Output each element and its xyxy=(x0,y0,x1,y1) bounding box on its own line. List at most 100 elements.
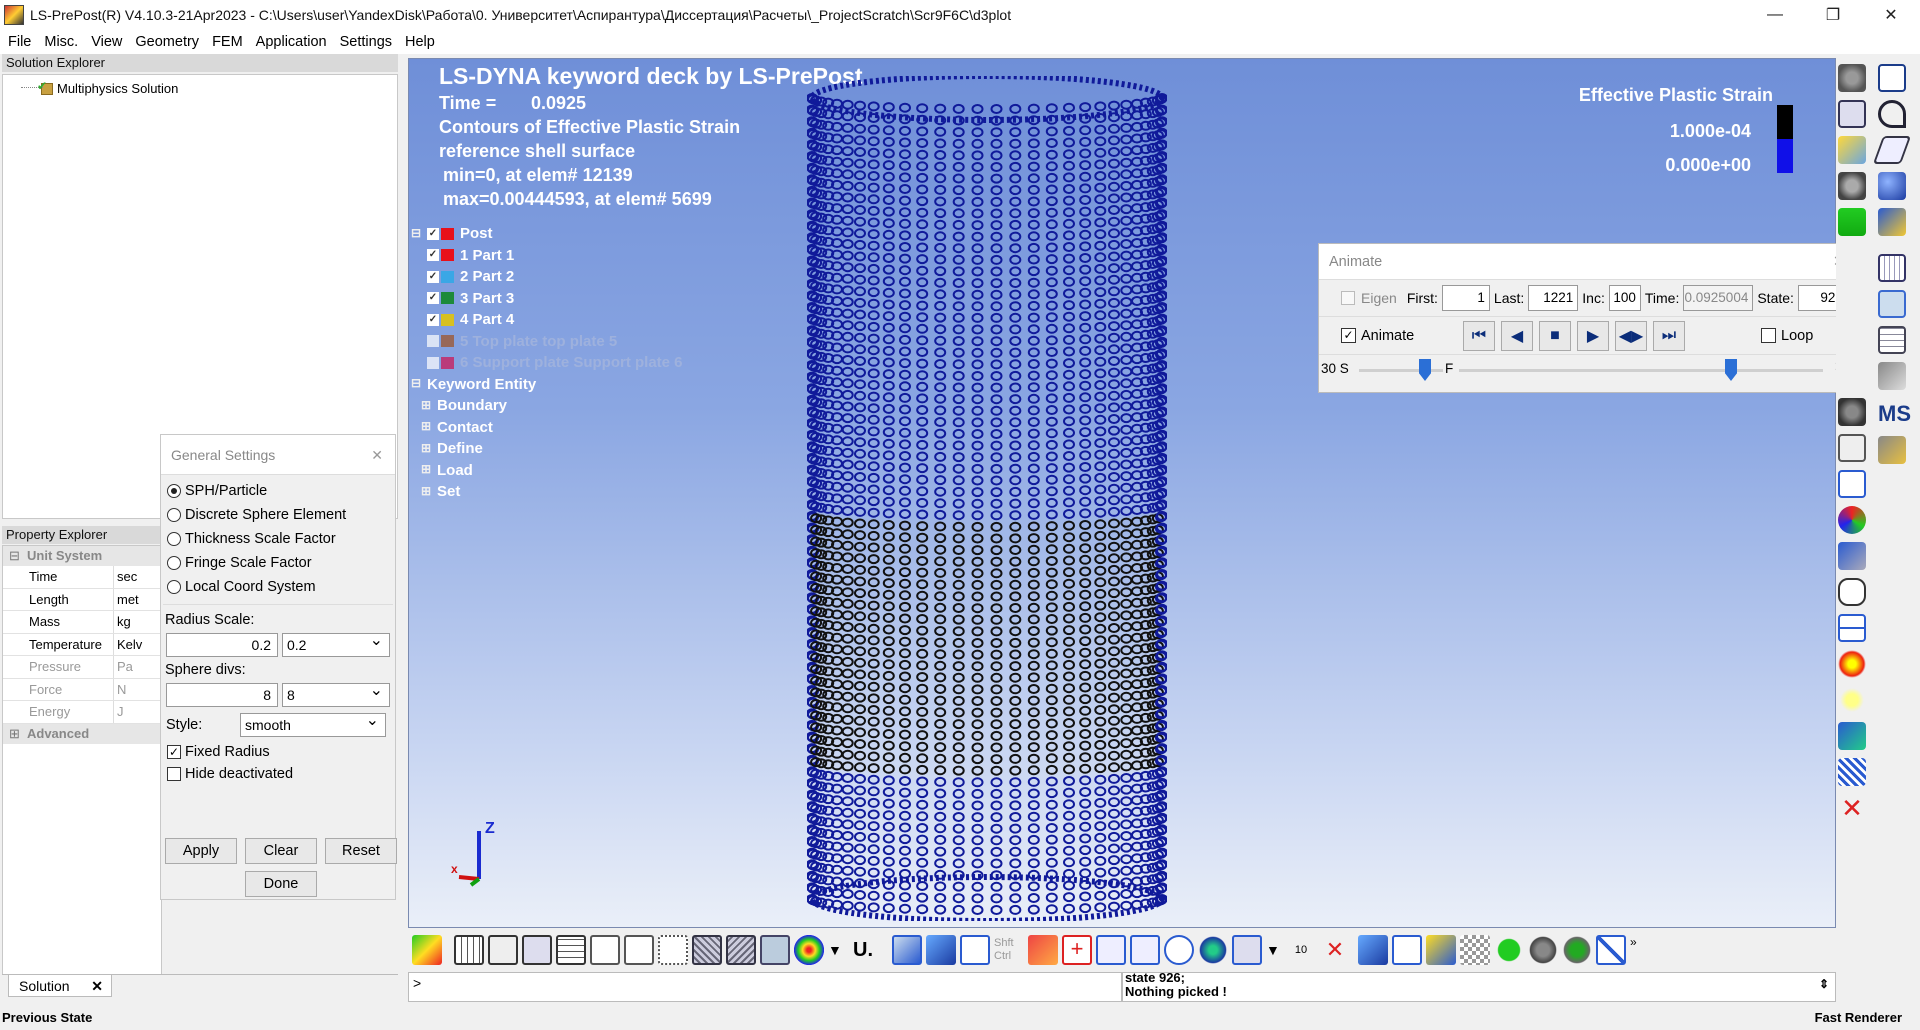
cross-icon[interactable]: ✕ xyxy=(1838,794,1866,822)
pick-icon[interactable] xyxy=(1028,935,1058,965)
mesh-icon[interactable] xyxy=(1878,254,1906,282)
view-solid-icon[interactable] xyxy=(926,935,956,965)
scroll-arrows-icon[interactable]: ⇕ xyxy=(1819,977,1829,991)
prop-value[interactable]: sec xyxy=(113,566,161,588)
menu-application[interactable]: Application xyxy=(256,34,327,50)
box-icon[interactable] xyxy=(1878,208,1906,236)
inc-input[interactable]: 100 xyxy=(1608,285,1641,311)
minimize-button[interactable]: — xyxy=(1746,0,1804,30)
play-green-icon[interactable] xyxy=(1494,935,1524,965)
fringe-icon[interactable] xyxy=(412,935,442,965)
mesh-lines-icon[interactable] xyxy=(556,935,586,965)
gear-icon[interactable] xyxy=(1838,398,1866,426)
gear-green-icon[interactable] xyxy=(1562,935,1592,965)
step-back-button[interactable]: ◀ xyxy=(1501,320,1533,351)
part-tree-icon[interactable] xyxy=(1878,64,1906,92)
zoom-window-icon[interactable] xyxy=(1130,935,1160,965)
home-icon[interactable] xyxy=(1392,935,1422,965)
style-select[interactable]: smooth xyxy=(240,710,386,737)
tree-part-2[interactable]: ✓ 2 Part 2 xyxy=(411,266,683,288)
radius-scale-input[interactable]: 0.2 xyxy=(166,633,278,657)
tab-solution[interactable]: Solution ✕ xyxy=(8,975,112,997)
light-icon[interactable] xyxy=(1838,136,1866,164)
speed-slider[interactable] xyxy=(1419,359,1431,381)
solid-mesh-icon[interactable] xyxy=(692,935,722,965)
transparency-icon[interactable] xyxy=(760,935,790,965)
sphere-divs-select[interactable]: 8 xyxy=(282,680,390,707)
tree-structure-icon[interactable] xyxy=(1838,722,1866,750)
time-input[interactable]: 0.0925004 xyxy=(1683,285,1754,311)
element-icon[interactable] xyxy=(726,935,756,965)
table-icon[interactable] xyxy=(1878,290,1906,318)
animate-checkbox[interactable]: ✓ xyxy=(1341,328,1356,343)
radio-thickness-scale[interactable]: Thickness Scale Factor xyxy=(161,527,395,551)
contour-icon[interactable] xyxy=(794,935,824,965)
menu-settings[interactable]: Settings xyxy=(340,34,392,50)
zoom-icon[interactable] xyxy=(1096,935,1126,965)
first-frame-button[interactable]: ⏮ xyxy=(1463,320,1495,351)
view-cube-icon[interactable] xyxy=(892,935,922,965)
menu-view[interactable]: View xyxy=(91,34,122,50)
dropdown-icon[interactable]: ▼ xyxy=(1266,935,1282,965)
menu-geometry[interactable]: Geometry xyxy=(135,34,199,50)
tree-boundary[interactable]: ⊞ Boundary xyxy=(411,395,683,417)
tree-part-4[interactable]: ✓ 4 Part 4 xyxy=(411,309,683,331)
tree-node-multiphysics[interactable]: ✔ Multiphysics Solution xyxy=(21,79,178,96)
tree-part-5[interactable]: 5 Top plate top plate 5 xyxy=(411,331,683,353)
radio-sph-particle[interactable]: SPH/Particle xyxy=(161,479,395,503)
feature-icon[interactable] xyxy=(590,935,620,965)
gear-list-icon[interactable] xyxy=(1838,172,1866,200)
fixed-radius-checkbox[interactable]: ✓ Fixed Radius xyxy=(161,741,395,763)
view-wire-icon[interactable] xyxy=(960,935,990,965)
tree-set[interactable]: ⊞ Set xyxy=(411,481,683,503)
tree-part-3[interactable]: ✓ 3 Part 3 xyxy=(411,288,683,310)
prop-value[interactable]: Kelv xyxy=(113,633,161,655)
duplicate-icon[interactable] xyxy=(1838,100,1866,128)
color-icon[interactable] xyxy=(1838,506,1866,534)
more-icon[interactable]: » xyxy=(1630,935,1642,965)
hide-deactivated-checkbox[interactable]: Hide deactivated xyxy=(161,763,395,785)
tools-icon[interactable] xyxy=(1878,436,1906,464)
plane-icon[interactable] xyxy=(1872,136,1912,164)
close-button[interactable]: ✕ xyxy=(1862,0,1920,30)
tree-part-1[interactable]: ✓ 1 Part 1 xyxy=(411,245,683,267)
last-frame-button[interactable]: ⏭ xyxy=(1653,320,1685,351)
add-icon[interactable]: + xyxy=(1062,935,1092,965)
window-icon[interactable] xyxy=(1838,470,1866,498)
sphere-divs-input[interactable]: 8 xyxy=(166,683,278,707)
apply-button[interactable]: Apply xyxy=(165,838,237,864)
prop-value[interactable]: met xyxy=(113,588,161,610)
point-icon[interactable] xyxy=(658,935,688,965)
particle-cylinder[interactable] xyxy=(807,76,1167,921)
checker-icon[interactable] xyxy=(1460,935,1490,965)
menu-misc[interactable]: Misc. xyxy=(44,34,78,50)
wireframe-icon[interactable] xyxy=(454,935,484,965)
radio-local-coord[interactable]: Local Coord System xyxy=(161,575,395,599)
eigen-checkbox[interactable] xyxy=(1341,291,1355,305)
bounce-button[interactable]: ◀▶ xyxy=(1615,320,1647,351)
dots-icon[interactable] xyxy=(1838,758,1866,786)
close-icon[interactable]: ✕ xyxy=(371,435,383,475)
last-input[interactable]: 1221 xyxy=(1528,285,1579,311)
tree-load[interactable]: ⊞ Load xyxy=(411,460,683,482)
frame-slider[interactable] xyxy=(1725,359,1737,381)
edge-icon[interactable] xyxy=(624,935,654,965)
checklist-icon[interactable] xyxy=(1838,208,1866,236)
menu-file[interactable]: File xyxy=(8,34,31,50)
graphics-viewport[interactable]: LS-DYNA keyword deck by LS-PrePost Time … xyxy=(408,58,1836,928)
highlight-icon[interactable] xyxy=(1426,935,1456,965)
unit-system-section[interactable]: Unit System xyxy=(3,546,161,566)
cube-solid-icon[interactable] xyxy=(1358,935,1388,965)
clear-button[interactable]: Clear xyxy=(245,838,317,864)
dropdown-icon[interactable]: ▼ xyxy=(828,935,844,965)
u-icon[interactable]: U. xyxy=(848,935,878,965)
settings-gear-icon[interactable] xyxy=(1838,64,1866,92)
prop-value[interactable]: kg xyxy=(113,611,161,633)
close-icon[interactable]: ✕ xyxy=(91,975,103,997)
menu-help[interactable]: Help xyxy=(405,34,435,50)
rotate-icon[interactable] xyxy=(1164,935,1194,965)
radio-fringe-scale[interactable]: Fringe Scale Factor xyxy=(161,551,395,575)
advanced-section[interactable]: Advanced xyxy=(3,723,161,744)
tree-keyword[interactable]: ⊟ Keyword Entity xyxy=(411,374,683,396)
stop-button[interactable]: ■ xyxy=(1539,320,1571,351)
